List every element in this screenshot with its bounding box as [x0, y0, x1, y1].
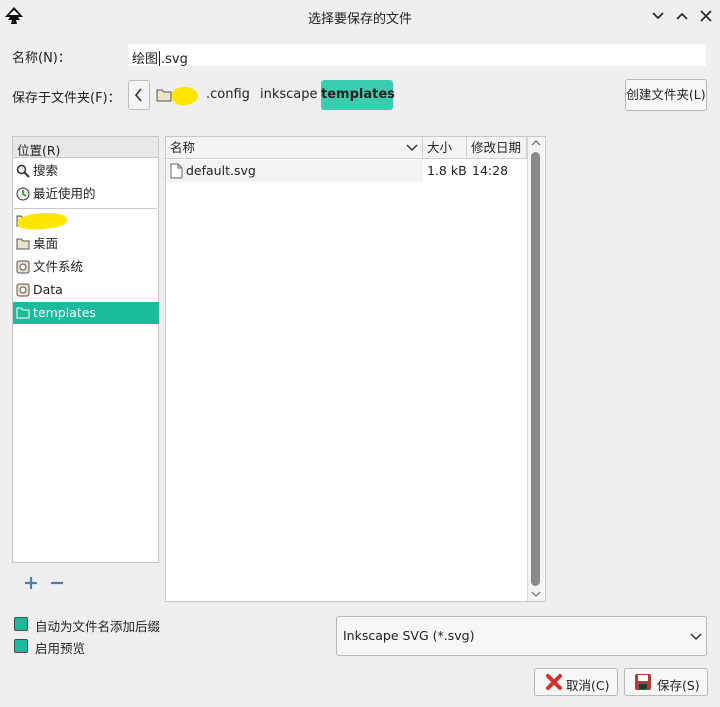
place-item-templates[interactable]: templates [13, 302, 159, 324]
place-label: 文件系统 [33, 259, 84, 274]
create-folder-button[interactable]: 创建文件夹(L) [625, 79, 707, 111]
cancel-label: 取消(C) [566, 678, 610, 693]
save-button[interactable]: 保存(S) [624, 668, 708, 696]
file-type-select[interactable]: Inkscape SVG (*.svg) [336, 616, 707, 656]
place-item-data[interactable]: Data [13, 279, 159, 301]
close-icon[interactable] [696, 6, 716, 26]
scroll-up-icon[interactable] [531, 140, 541, 146]
save-icon [635, 674, 651, 690]
enable-preview-label: 启用预览 [35, 641, 86, 656]
place-item-filesystem[interactable]: 文件系统 [13, 256, 159, 278]
file-modified-cell: 14:28 [472, 163, 509, 178]
place-item-desktop[interactable]: 桌面 [13, 233, 159, 255]
save-in-label: 保存于文件夹(F)： [12, 91, 121, 106]
filename-input[interactable]: 绘图 .svg [128, 44, 706, 67]
auto-extension-checkbox[interactable] [14, 617, 28, 631]
breadcrumb-inkscape[interactable]: inkscape [260, 80, 318, 110]
minimize-icon[interactable] [648, 6, 668, 26]
place-label: 搜索 [33, 163, 59, 178]
place-label: Data [33, 282, 63, 297]
name-label: 名称(N)： [12, 51, 71, 66]
place-item-search[interactable]: 搜索 [13, 160, 159, 182]
folder-icon [16, 307, 30, 319]
drive-icon [16, 283, 30, 297]
place-item-recent[interactable]: 最近使用的 [13, 183, 159, 205]
file-icon [170, 163, 183, 179]
column-header-name[interactable]: 名称 [166, 137, 423, 159]
scrollbar-thumb[interactable] [531, 152, 540, 586]
window-title: 选择要保存的文件 [307, 12, 412, 27]
path-back-button[interactable] [128, 80, 150, 110]
file-type-value: Inkscape SVG (*.svg) [343, 628, 475, 643]
remove-place-icon[interactable] [49, 575, 65, 591]
breadcrumb-templates[interactable]: templates [321, 80, 395, 110]
chevron-down-icon [406, 144, 418, 151]
place-item-home[interactable] [13, 210, 159, 232]
maximize-icon[interactable] [672, 6, 692, 26]
place-label: 最近使用的 [33, 186, 96, 201]
breadcrumb-config[interactable]: .config [206, 80, 250, 110]
cancel-icon [546, 674, 562, 690]
column-header-modified[interactable]: 修改日期 [467, 137, 527, 159]
enable-preview-checkbox[interactable] [14, 639, 28, 653]
chevron-left-icon [134, 88, 142, 102]
filename-extension: .svg [161, 52, 188, 67]
folder-icon [156, 89, 172, 102]
file-size-cell: 1.8 kB [427, 163, 467, 178]
chevron-down-icon [690, 633, 702, 641]
places-divider [14, 208, 157, 209]
save-label: 保存(S) [657, 678, 700, 693]
title-bar: 选择要保存的文件 [0, 0, 720, 32]
add-place-icon[interactable] [23, 575, 39, 591]
file-list-panel [165, 136, 546, 602]
column-header-size[interactable]: 大小 [423, 137, 467, 159]
scroll-down-icon[interactable] [531, 591, 541, 597]
filename-text: 绘图 [132, 52, 159, 67]
file-name-cell: default.svg [186, 163, 256, 178]
auto-extension-label: 自动为文件名添加后缀 [35, 619, 161, 634]
folder-icon [16, 238, 30, 250]
places-header[interactable]: 位置(R) [12, 136, 159, 158]
breadcrumb-home[interactable] [154, 80, 202, 110]
cancel-button[interactable]: 取消(C) [534, 668, 618, 696]
column-name-label: 名称 [170, 140, 196, 155]
search-icon [16, 164, 30, 178]
drive-icon [16, 260, 30, 274]
recent-icon [16, 187, 30, 201]
text-cursor [159, 51, 161, 66]
place-label: templates [33, 305, 96, 320]
place-label: 桌面 [33, 236, 59, 251]
redacted-mark [170, 85, 200, 107]
